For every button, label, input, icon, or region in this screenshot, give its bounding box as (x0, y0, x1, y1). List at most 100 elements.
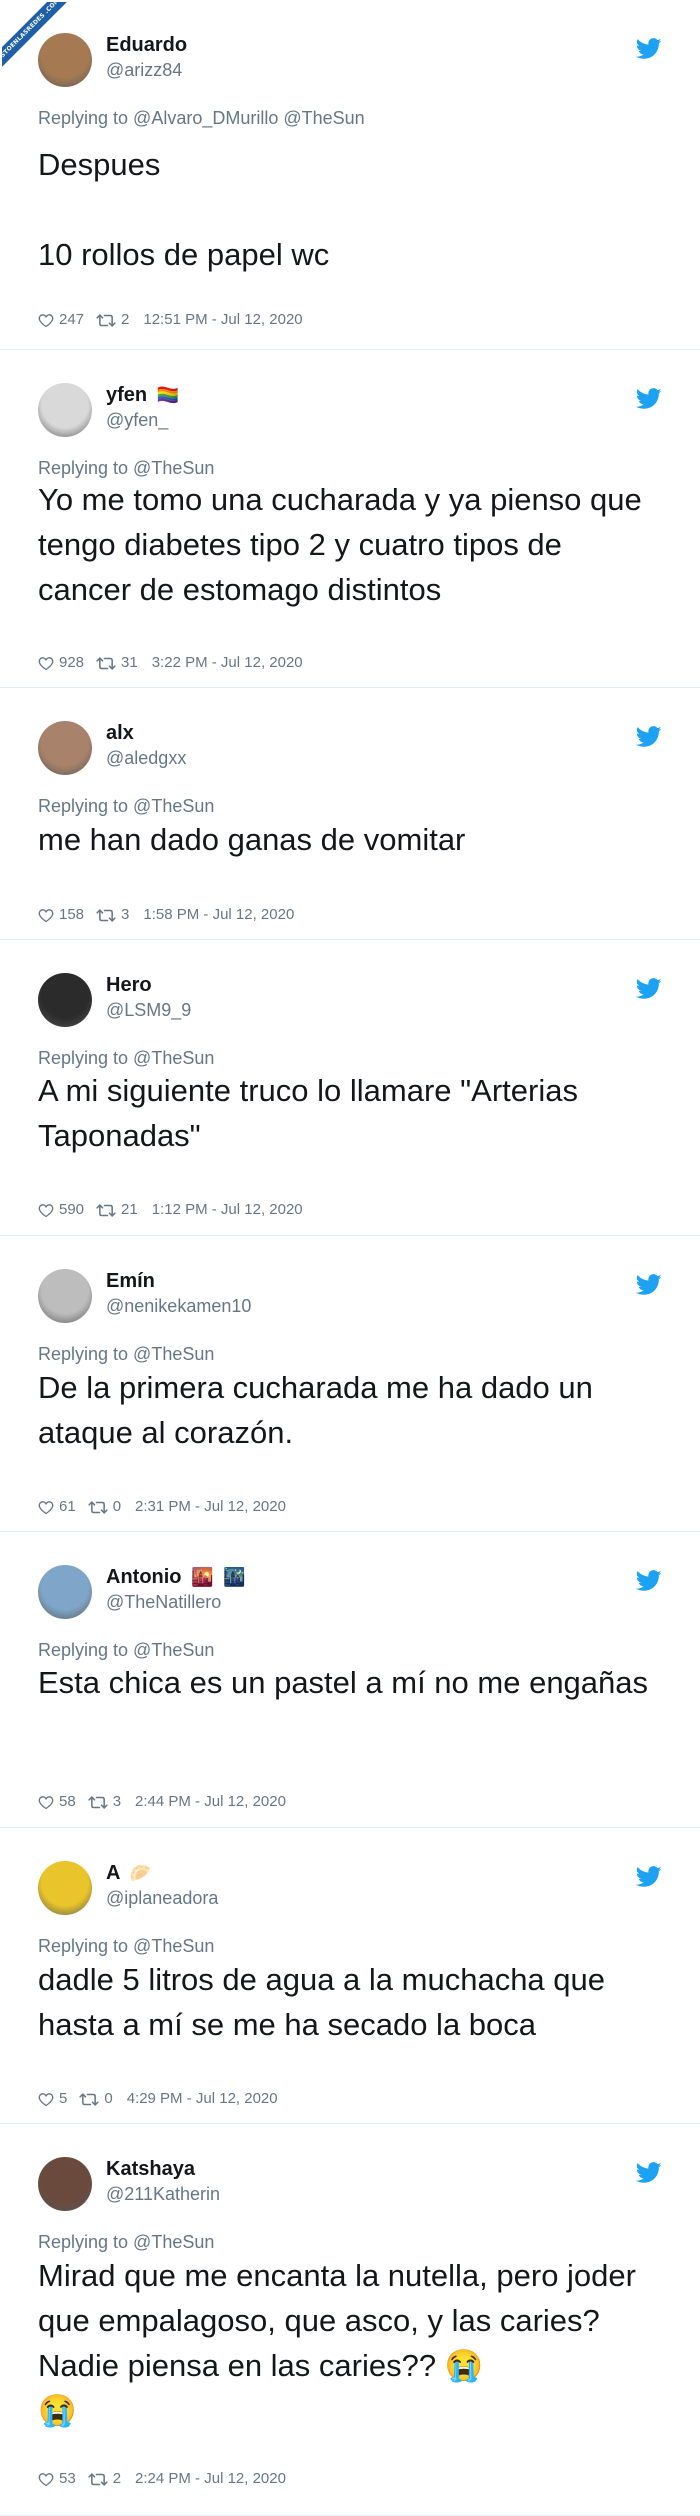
twitter-bird-icon[interactable] (635, 1866, 662, 1888)
display-name-text: Katshaya (106, 2158, 195, 2180)
avatar[interactable] (38, 1269, 92, 1323)
tweet-card[interactable]: yfen 🏳️‍🌈 @yfen_ Replying to @TheSun Yo … (0, 350, 700, 688)
tweet-timestamp[interactable]: 1:58 PM - Jul 12, 2020 (143, 906, 294, 923)
display-name[interactable]: Emín (106, 1270, 163, 1293)
tweet-text: Mirad que me encanta la nutella, pero jo… (38, 2258, 636, 2428)
tweet-card[interactable]: Antonio 🌇 🌃 @TheNatillero Replying to @T… (0, 1532, 700, 1828)
display-name-text: Eduardo (106, 34, 188, 56)
tweet-text: Despues 10 rollos de papel wc (38, 147, 330, 272)
display-name-text: A (106, 1862, 120, 1884)
twitter-bird-icon[interactable] (635, 978, 662, 1000)
display-name[interactable]: Eduardo (106, 34, 195, 57)
retweet-icon[interactable] (96, 906, 116, 923)
display-name[interactable]: yfen 🏳️‍🌈 (106, 384, 183, 407)
like-icon[interactable] (38, 311, 54, 328)
name-emoji-after: 🌃 (223, 1567, 246, 1588)
like-icon[interactable] (38, 2090, 54, 2107)
display-name[interactable]: Katshaya (106, 2158, 203, 2181)
like-count: 928 (59, 654, 85, 671)
tweet-meta: 5 0 4:29 PM - Jul 12, 2020 (38, 2090, 278, 2107)
like-count: 590 (59, 1201, 85, 1218)
tweet-card[interactable]: Katshaya @211Katherin Replying to @TheSu… (0, 2124, 700, 2516)
like-count: 61 (59, 1498, 76, 1515)
replying-to[interactable]: Replying to @TheSun (38, 1344, 214, 1365)
user-handle[interactable]: @yfen_ (106, 410, 168, 431)
tweet-meta: 928 31 3:22 PM - Jul 12, 2020 (38, 654, 303, 671)
tweet-card[interactable]: Hero @LSM9_9 Replying to @TheSun A mi si… (0, 940, 700, 1236)
avatar[interactable] (38, 721, 92, 775)
user-handle[interactable]: @aledgxx (106, 748, 186, 769)
retweet-icon[interactable] (88, 1793, 108, 1810)
twitter-bird-icon[interactable] (635, 2162, 662, 2184)
replying-to[interactable]: Replying to @TheSun (38, 1048, 214, 1069)
retweet-icon[interactable] (96, 311, 116, 328)
retweet-icon[interactable] (88, 1498, 108, 1515)
like-count: 5 (59, 2090, 68, 2107)
like-icon[interactable] (38, 1498, 54, 1515)
display-name[interactable]: Hero (106, 974, 160, 997)
tweet-card[interactable]: A 🥟 @iplaneadora Replying to @TheSun dad… (0, 1828, 700, 2124)
like-count: 247 (59, 311, 85, 328)
display-name-text: Emín (106, 1270, 155, 1292)
replying-to[interactable]: Replying to @TheSun (38, 1936, 214, 1957)
tweet-timestamp[interactable]: 1:12 PM - Jul 12, 2020 (152, 1201, 303, 1218)
tweet-text: Esta chica es un pastel a mí no me engañ… (38, 1665, 649, 1700)
name-emoji: 🏳️‍🌈 (156, 385, 180, 406)
tweet-timestamp[interactable]: 2:24 PM - Jul 12, 2020 (135, 2470, 286, 2487)
like-icon[interactable] (38, 906, 54, 923)
tweet-text: dadle 5 litros de agua a la muchacha que… (38, 1962, 614, 2042)
tweet-timestamp[interactable]: 3:22 PM - Jul 12, 2020 (152, 654, 303, 671)
avatar[interactable] (38, 383, 92, 437)
user-handle[interactable]: @TheNatillero (106, 1592, 221, 1613)
tweet-timestamp[interactable]: 4:29 PM - Jul 12, 2020 (127, 2090, 278, 2107)
like-icon[interactable] (38, 1793, 54, 1810)
like-icon[interactable] (38, 1201, 54, 1218)
tweet-card[interactable]: Eduardo @arizz84 Replying to @Alvaro_DMu… (0, 0, 700, 350)
twitter-bird-icon[interactable] (635, 726, 662, 748)
user-handle[interactable]: @LSM9_9 (106, 1000, 191, 1021)
name-emoji: 🌇 (191, 1567, 214, 1588)
like-count: 58 (59, 1793, 76, 1810)
replying-to[interactable]: Replying to @TheSun (38, 1640, 214, 1661)
avatar[interactable] (38, 2157, 92, 2211)
user-handle[interactable]: @iplaneadora (106, 1888, 218, 1909)
retweet-icon[interactable] (79, 2090, 99, 2107)
twitter-bird-icon[interactable] (635, 38, 662, 60)
display-name-text: alx (106, 722, 134, 744)
avatar[interactable] (38, 973, 92, 1027)
twitter-bird-icon[interactable] (635, 1274, 662, 1296)
retweet-count: 0 (112, 1498, 122, 1515)
tweet-timestamp[interactable]: 2:44 PM - Jul 12, 2020 (135, 1793, 286, 1810)
avatar[interactable] (38, 1565, 92, 1619)
replying-to[interactable]: Replying to @Alvaro_DMurillo @TheSun (38, 108, 365, 129)
tweet-meta: 158 3 1:58 PM - Jul 12, 2020 (38, 906, 294, 923)
tweet-meta: 590 21 1:12 PM - Jul 12, 2020 (38, 1201, 303, 1218)
replying-to[interactable]: Replying to @TheSun (38, 796, 214, 817)
display-name[interactable]: A 🥟 (106, 1862, 156, 1885)
tweet-timestamp[interactable]: 12:51 PM - Jul 12, 2020 (143, 311, 302, 328)
tweet-timestamp[interactable]: 2:31 PM - Jul 12, 2020 (135, 1498, 286, 1515)
display-name-text: Antonio (106, 1566, 182, 1588)
replying-to[interactable]: Replying to @TheSun (38, 458, 214, 479)
tweet-card[interactable]: alx @aledgxx Replying to @TheSun me han … (0, 688, 700, 940)
user-handle[interactable]: @211Katherin (106, 2184, 220, 2205)
retweet-icon[interactable] (96, 1201, 116, 1218)
display-name[interactable]: Antonio 🌇 🌃 (106, 1566, 246, 1589)
replying-to[interactable]: Replying to @TheSun (38, 2232, 214, 2253)
tweet-text: me han dado ganas de vomitar (38, 822, 466, 857)
like-icon[interactable] (38, 2470, 54, 2487)
name-emoji: 🥟 (129, 1863, 152, 1884)
twitter-bird-icon[interactable] (635, 388, 662, 410)
retweet-count: 3 (112, 1793, 122, 1810)
tweet-card[interactable]: Emín @nenikekamen10 Replying to @TheSun … (0, 1236, 700, 1532)
tweet-text: A mi siguiente truco lo llamare "Arteria… (38, 1073, 587, 1153)
display-name[interactable]: alx (106, 722, 142, 745)
like-count: 158 (59, 906, 85, 923)
user-handle[interactable]: @arizz84 (106, 60, 182, 81)
retweet-icon[interactable] (96, 654, 116, 671)
twitter-bird-icon[interactable] (635, 1570, 662, 1592)
avatar[interactable] (38, 1861, 92, 1915)
user-handle[interactable]: @nenikekamen10 (106, 1296, 251, 1317)
retweet-icon[interactable] (88, 2470, 108, 2487)
like-icon[interactable] (38, 654, 54, 671)
